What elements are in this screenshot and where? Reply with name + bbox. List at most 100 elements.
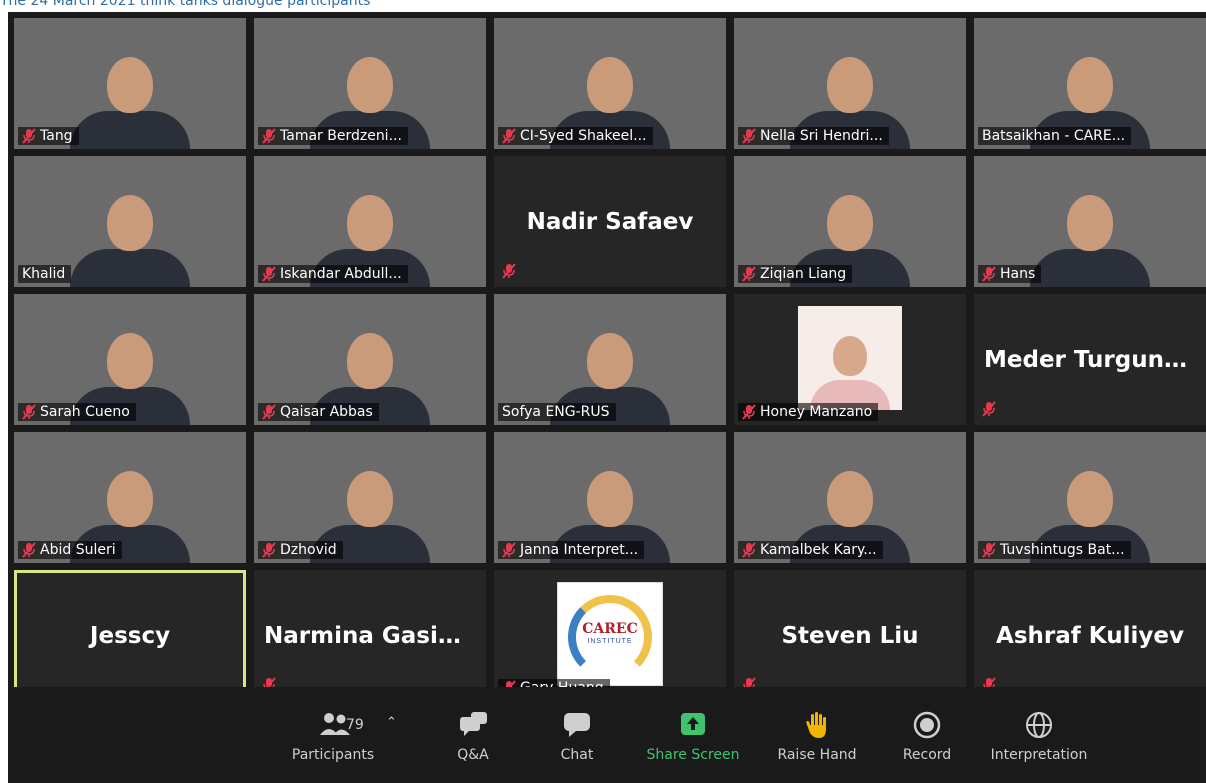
muted-mic-icon bbox=[262, 266, 276, 282]
participant-display-name: Nadir Safaev bbox=[526, 208, 694, 235]
participant-nametag: Nella Sri Hendri... bbox=[738, 127, 889, 145]
participant-nametag: Khalid bbox=[18, 265, 72, 283]
participant-name: Abid Suleri bbox=[40, 542, 116, 558]
participants-count: 79 bbox=[346, 717, 364, 733]
participant-nametag: Honey Manzano bbox=[738, 403, 879, 421]
participant-tile[interactable]: Janna Interpret... bbox=[494, 432, 726, 563]
raise-hand-label: Raise Hand bbox=[777, 747, 857, 763]
participant-tile[interactable]: Ziqian Liang bbox=[734, 156, 966, 287]
participant-tile[interactable]: Nella Sri Hendri... bbox=[734, 18, 966, 149]
zoom-meeting-window: Tang Tamar Berdzeni... CI-Syed Shakeel... N… bbox=[8, 12, 1206, 783]
record-label: Record bbox=[902, 747, 952, 763]
muted-mic-icon bbox=[502, 542, 516, 558]
muted-mic-icon bbox=[742, 404, 756, 420]
globe-icon bbox=[1025, 711, 1053, 738]
qa-button[interactable]: Q&A bbox=[418, 711, 528, 775]
participant-nametag: Dzhovid bbox=[258, 541, 343, 559]
chat-label: Chat bbox=[560, 747, 594, 763]
participant-nametag: Janna Interpret... bbox=[498, 541, 645, 559]
participant-tile[interactable]: CARECINSTITUTEGary Huang bbox=[494, 570, 726, 701]
participant-name: Khalid bbox=[22, 266, 66, 282]
muted-mic-icon bbox=[262, 404, 276, 420]
participant-tile[interactable]: Nadir Safaev bbox=[494, 156, 726, 287]
interpretation-label: Interpretation bbox=[990, 747, 1088, 763]
participant-tile[interactable]: Dzhovid bbox=[254, 432, 486, 563]
participant-nametag: Hans bbox=[978, 265, 1042, 283]
participant-tile[interactable]: Hans bbox=[974, 156, 1206, 287]
participant-tile[interactable]: Steven Liu bbox=[734, 570, 966, 701]
gallery-grid: Tang Tamar Berdzeni... CI-Syed Shakeel... N… bbox=[14, 18, 1206, 701]
participant-tile[interactable]: Batsaikhan - CARE... bbox=[974, 18, 1206, 149]
chat-icon bbox=[563, 711, 591, 737]
share-screen-button[interactable]: Share Screen bbox=[638, 711, 748, 775]
record-button[interactable]: Record bbox=[872, 711, 982, 775]
participant-name: CI-Syed Shakeel... bbox=[520, 128, 647, 144]
muted-mic-icon bbox=[502, 128, 516, 144]
participant-tile[interactable]: Ashraf Kuliyev bbox=[974, 570, 1206, 701]
participant-nametag: Tuvshintugs Bat... bbox=[978, 541, 1131, 559]
share-screen-icon bbox=[679, 711, 707, 737]
participant-nametag: Ziqian Liang bbox=[738, 265, 853, 283]
chat-button[interactable]: Chat bbox=[522, 711, 632, 775]
logo-title: CAREC bbox=[582, 621, 638, 637]
participant-name: Hans bbox=[1000, 266, 1036, 282]
muted-mic-icon bbox=[262, 128, 276, 144]
participant-nametag: Iskandar Abdull... bbox=[258, 265, 408, 283]
participant-nametag: Qaisar Abbas bbox=[258, 403, 379, 421]
muted-mic-icon bbox=[742, 128, 756, 144]
participant-video bbox=[1030, 187, 1150, 287]
qa-icon bbox=[459, 711, 487, 737]
participant-tile[interactable]: Tamar Berdzeni... bbox=[254, 18, 486, 149]
participant-tile[interactable]: Qaisar Abbas bbox=[254, 294, 486, 425]
meeting-toolbar: Participants 79 ⌃ Q&A Chat Share Screen … bbox=[8, 687, 1206, 783]
participant-tile[interactable]: Honey Manzano bbox=[734, 294, 966, 425]
participant-tile[interactable]: Kamalbek Kary... bbox=[734, 432, 966, 563]
record-icon bbox=[913, 711, 941, 739]
participant-nametag: Batsaikhan - CARE... bbox=[978, 127, 1132, 145]
participant-tile[interactable]: Narmina Gasim... bbox=[254, 570, 486, 701]
participant-name: Nella Sri Hendri... bbox=[760, 128, 883, 144]
participant-name: Tang bbox=[40, 128, 73, 144]
participant-tile[interactable]: Sarah Cueno bbox=[14, 294, 246, 425]
participant-nametag: Sofya ENG-RUS bbox=[498, 403, 616, 421]
logo-subtitle: INSTITUTE bbox=[587, 638, 633, 645]
muted-mic-icon bbox=[742, 266, 756, 282]
raise-hand-button[interactable]: Raise Hand bbox=[762, 711, 872, 775]
participant-tile[interactable]: Iskandar Abdull... bbox=[254, 156, 486, 287]
participants-button[interactable]: Participants bbox=[278, 711, 388, 775]
muted-mic-icon bbox=[502, 263, 516, 279]
participant-tile[interactable]: CI-Syed Shakeel... bbox=[494, 18, 726, 149]
participant-nametag: Tang bbox=[18, 127, 79, 145]
participant-tile[interactable]: Tuvshintugs Bat... bbox=[974, 432, 1206, 563]
participant-tile[interactable]: Sofya ENG-RUS bbox=[494, 294, 726, 425]
participant-name: Batsaikhan - CARE... bbox=[982, 128, 1126, 144]
muted-mic-icon bbox=[742, 542, 756, 558]
participant-nametag: Sarah Cueno bbox=[18, 403, 136, 421]
participant-name: Qaisar Abbas bbox=[280, 404, 373, 420]
share-screen-label: Share Screen bbox=[646, 747, 740, 763]
participant-tile[interactable]: Jesscy bbox=[14, 570, 246, 701]
page-caption: The 24 March 2021 think tanks dialogue p… bbox=[0, 0, 371, 8]
interpretation-button[interactable]: Interpretation bbox=[974, 711, 1104, 775]
participant-tile[interactable]: Meder Turgunb... bbox=[974, 294, 1206, 425]
participant-name: Tuvshintugs Bat... bbox=[1000, 542, 1125, 558]
participant-tile[interactable]: Tang bbox=[14, 18, 246, 149]
participant-nametag: CI-Syed Shakeel... bbox=[498, 127, 653, 145]
participant-tile[interactable]: Abid Suleri bbox=[14, 432, 246, 563]
participant-tile[interactable]: Khalid bbox=[14, 156, 246, 287]
participant-video bbox=[70, 49, 190, 149]
muted-mic-icon bbox=[982, 401, 996, 417]
participant-name: Ziqian Liang bbox=[760, 266, 847, 282]
muted-mic-icon bbox=[22, 128, 36, 144]
participant-display-name: Ashraf Kuliyev bbox=[996, 622, 1184, 649]
muted-mic-icon bbox=[262, 542, 276, 558]
participants-caret-icon[interactable]: ⌃ bbox=[386, 715, 397, 730]
participant-name: Janna Interpret... bbox=[520, 542, 639, 558]
muted-mic-icon bbox=[22, 404, 36, 420]
participant-name: Sarah Cueno bbox=[40, 404, 130, 420]
participant-display-name: Jesscy bbox=[89, 622, 171, 649]
raise-hand-icon bbox=[803, 711, 831, 738]
participant-video bbox=[70, 187, 190, 287]
participant-name: Kamalbek Kary... bbox=[760, 542, 877, 558]
participant-display-name: Steven Liu bbox=[781, 622, 919, 649]
